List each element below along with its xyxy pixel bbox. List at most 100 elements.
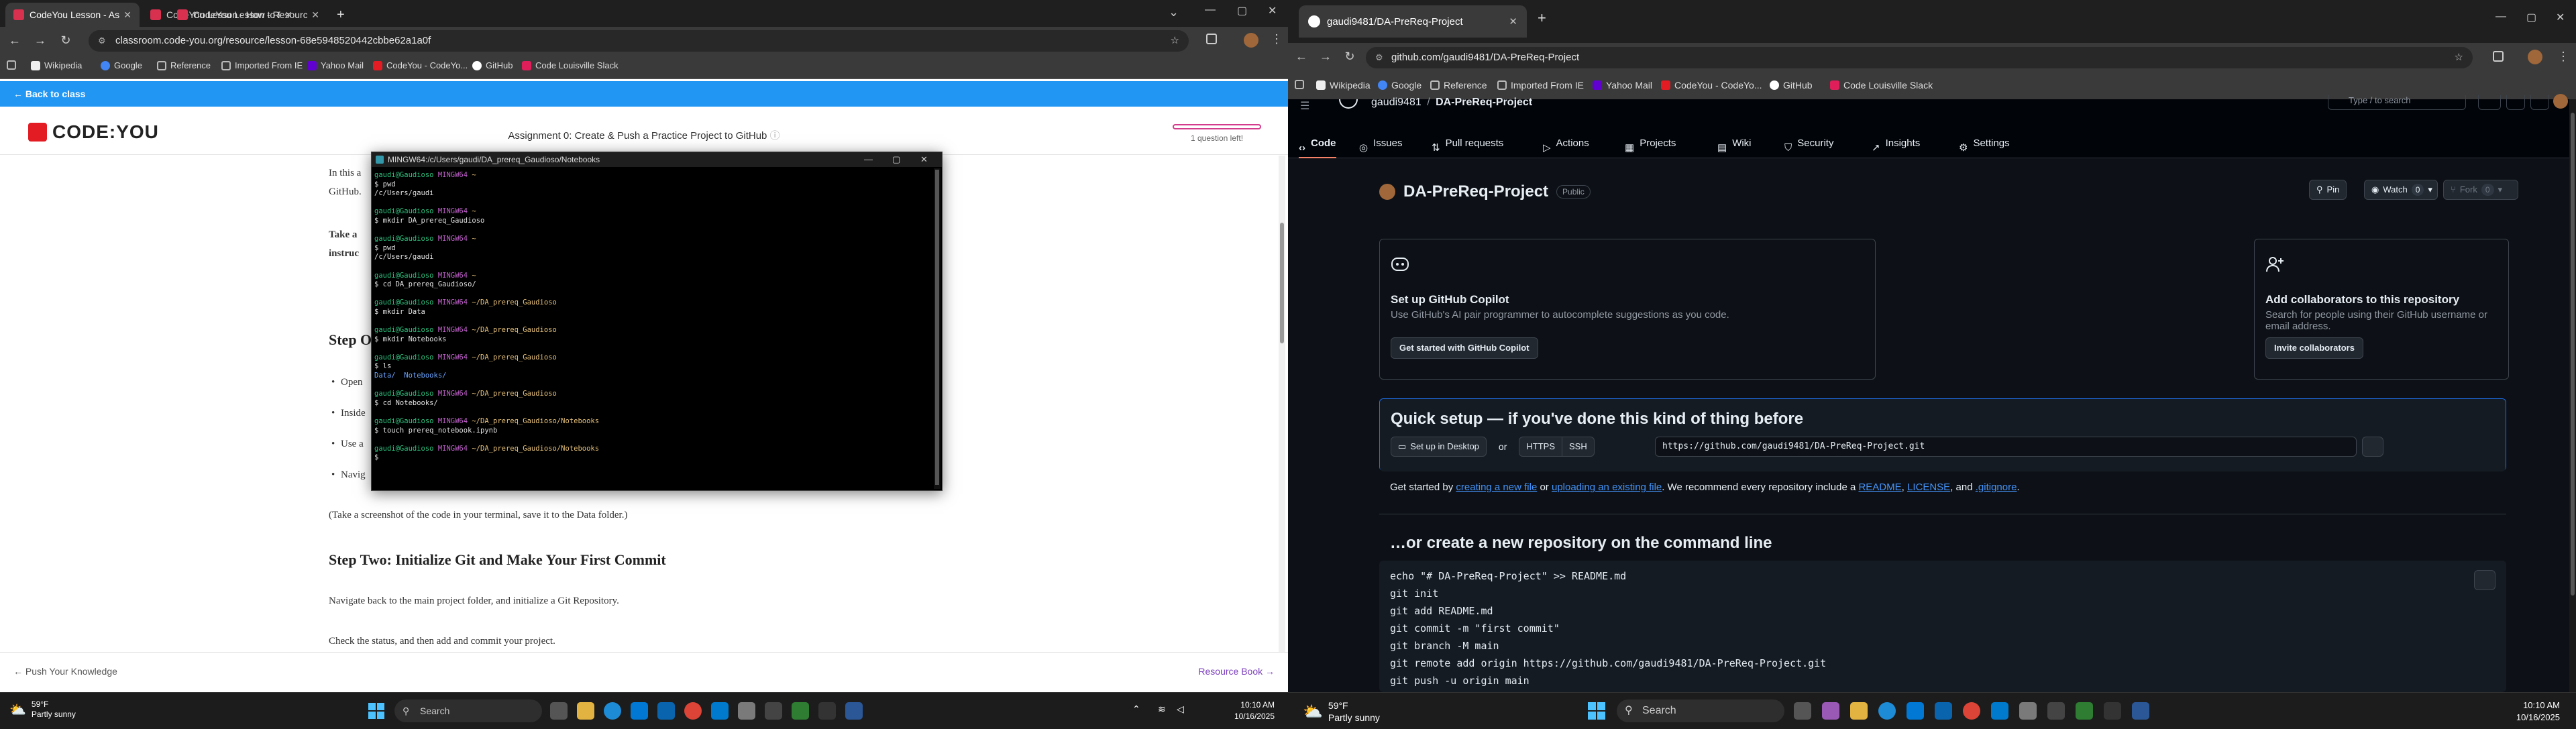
tab-issues[interactable]: ◎ Issues <box>1359 134 1402 158</box>
outlook-icon[interactable] <box>1935 702 1952 720</box>
bookmark-github[interactable]: GitHub <box>472 60 513 70</box>
taskbar-search[interactable]: ⚲ Search <box>1617 699 1784 722</box>
app-icon[interactable] <box>2047 702 2065 720</box>
store-icon[interactable] <box>1907 702 1924 720</box>
inbox-icon[interactable] <box>2530 95 2549 110</box>
next-lesson-link[interactable]: Resource Book → <box>1198 666 1275 677</box>
weather-widget[interactable]: ⛅ 59°F Partly sunny <box>1303 699 1380 724</box>
volume-icon[interactable]: ◁ <box>1177 704 1184 715</box>
weather-widget[interactable]: ⛅ 59°F Partly sunny <box>9 699 76 720</box>
minimize-button[interactable]: — <box>1205 4 1216 16</box>
maximize-button[interactable]: ▢ <box>1237 4 1247 17</box>
bookmark-google[interactable]: Google <box>101 60 142 70</box>
app-icon[interactable] <box>2132 702 2149 720</box>
fork-button[interactable]: ⑂ Fork 0 ▾ <box>2443 180 2518 200</box>
breadcrumb-repo[interactable]: DA-PreReq-Project <box>1436 97 1532 108</box>
close-window-button[interactable]: ✕ <box>920 152 928 167</box>
task-view-icon[interactable] <box>550 702 568 720</box>
tab-wiki[interactable]: ▤ Wiki <box>1717 134 1752 158</box>
close-window-button[interactable]: ✕ <box>2556 11 2565 24</box>
site-info-icon[interactable]: ⚙ <box>98 30 106 52</box>
bookmark-reference[interactable]: Reference <box>157 60 211 70</box>
terminal-output[interactable]: gaudi@Gaudioso MINGW64 ~ $ pwd/c/Users/ga… <box>374 171 927 486</box>
tab-code[interactable]: ‹› Code <box>1299 134 1336 158</box>
app-icon[interactable] <box>738 702 755 720</box>
bookmark-yahoo[interactable]: Yahoo Mail <box>307 60 364 70</box>
chrome-icon[interactable] <box>1963 702 1980 720</box>
menu-dots-icon[interactable]: ⋮ <box>1271 32 1283 46</box>
tab-insights[interactable]: ↗ Insights <box>1872 134 1920 158</box>
chrome-icon[interactable] <box>684 702 702 720</box>
back-icon[interactable]: ← <box>1293 50 1309 64</box>
avatar[interactable] <box>1244 33 1258 48</box>
sidepanel-icon[interactable] <box>2493 51 2504 62</box>
url-field[interactable]: ⚙ github.com/gaudi9481/DA-PreReq-Project… <box>1366 47 2473 68</box>
github-search-input[interactable]: Type / to search <box>2328 95 2466 110</box>
outlook-icon[interactable] <box>657 702 675 720</box>
sidepanel-icon[interactable] <box>1206 34 1217 44</box>
file-explorer-icon[interactable] <box>577 702 594 720</box>
forward-icon[interactable]: → <box>1318 50 1334 64</box>
ssh-toggle[interactable]: SSH <box>1562 437 1595 457</box>
pin-button[interactable]: ⚲ Pin <box>2309 180 2347 200</box>
menu-dots-icon[interactable]: ⋮ <box>2557 50 2569 64</box>
app-icon[interactable] <box>845 702 863 720</box>
maximize-button[interactable]: ▢ <box>2526 11 2536 24</box>
maximize-button[interactable]: ▢ <box>892 152 900 167</box>
new-tab-button[interactable]: + <box>1538 9 1546 27</box>
bookmark-codeyou[interactable]: CodeYou - CodeYo... <box>373 60 468 70</box>
tab-settings[interactable]: ⚙ Settings <box>1959 134 2010 158</box>
terminal-scrollbar[interactable] <box>934 168 941 489</box>
hamburger-icon[interactable]: ☰ <box>1300 99 1309 113</box>
back-to-class-link[interactable]: ← Back to class <box>0 81 1288 107</box>
back-icon[interactable]: ← <box>7 34 23 48</box>
tab-pull-requests[interactable]: ⇅ Pull requests <box>1432 134 1503 158</box>
terminal-titlebar[interactable]: MINGW64:/c/Users/gaudi/DA_prereq_Gaudios… <box>372 152 942 167</box>
tab-assignment[interactable]: CodeYou Lesson - Assignment ✕ <box>5 3 140 27</box>
upload-file-link[interactable]: uploading an existing file <box>1552 482 1662 493</box>
issues-icon[interactable] <box>2506 95 2525 110</box>
page-scrollbar[interactable] <box>1279 156 1285 652</box>
clone-url-field[interactable]: https://github.com/gaudi9481/DA-PreReq-P… <box>1655 437 2357 457</box>
bookmark-imported[interactable]: Imported From IE <box>1497 80 1584 91</box>
invite-collaborators-button[interactable]: Invite collaborators <box>2265 337 2363 359</box>
task-view-icon[interactable] <box>1794 702 1811 720</box>
url-field[interactable]: ⚙ classroom.code-you.org/resource/lesson… <box>89 30 1189 52</box>
readme-link[interactable]: README <box>1858 482 1901 493</box>
store-icon[interactable] <box>631 702 648 720</box>
tab-github-repo[interactable]: gaudi9481/DA-PreReq-Project ✕ <box>1299 5 1527 38</box>
close-icon[interactable]: ✕ <box>123 9 131 21</box>
forward-icon[interactable]: → <box>32 34 48 48</box>
vscode-icon[interactable] <box>1991 702 2008 720</box>
app-icon[interactable] <box>792 702 809 720</box>
tab-projects[interactable]: ▦ Projects <box>1625 134 1676 158</box>
bookmark-imported[interactable]: Imported From IE <box>221 60 303 70</box>
tab-search-icon[interactable]: ⌄ <box>1169 5 1179 19</box>
vscode-icon[interactable] <box>711 702 729 720</box>
tray-chevron-icon[interactable]: ⌃ <box>1132 704 1140 715</box>
tab-actions[interactable]: ▷ Actions <box>1543 134 1589 158</box>
tab-resource-book[interactable]: CodeYou Lesson - Resource Book ✕ <box>169 3 327 27</box>
bookmark-wikipedia[interactable]: Wikipedia <box>31 60 82 70</box>
git-bash-icon[interactable] <box>2104 702 2121 720</box>
gitignore-link[interactable]: .gitignore <box>1976 482 2017 493</box>
reload-icon[interactable]: ↻ <box>58 34 74 48</box>
wifi-icon[interactable]: ≋ <box>1158 704 1166 715</box>
apps-icon[interactable] <box>1295 80 1308 89</box>
windows-start-icon[interactable] <box>368 702 385 720</box>
clock[interactable]: 10:10 AM 10/16/2025 <box>1201 699 1275 722</box>
app-icon[interactable] <box>765 702 782 720</box>
bookmark-yahoo[interactable]: Yahoo Mail <box>1593 80 1652 91</box>
avatar[interactable] <box>2528 50 2542 64</box>
copy-icon[interactable] <box>2362 437 2383 457</box>
close-window-button[interactable]: ✕ <box>1268 4 1277 17</box>
close-icon[interactable]: ✕ <box>1509 15 1517 27</box>
bookmark-reference[interactable]: Reference <box>1430 80 1487 91</box>
page-scrollbar[interactable] <box>2569 99 2576 692</box>
windows-start-icon[interactable] <box>1587 702 1606 720</box>
watch-button[interactable]: ◉ Watch 0 ▾ <box>2364 180 2438 200</box>
taskbar-search[interactable]: ⚲ Search <box>394 699 542 722</box>
copilot-button[interactable]: Get started with GitHub Copilot <box>1391 337 1538 359</box>
app-icon[interactable] <box>2076 702 2093 720</box>
file-explorer-icon[interactable] <box>1850 702 1868 720</box>
